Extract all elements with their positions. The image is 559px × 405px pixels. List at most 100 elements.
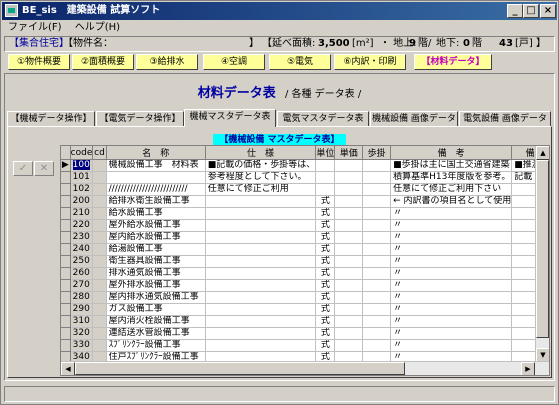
- row-indicator[interactable]: [61, 207, 71, 220]
- header-note[interactable]: 備 考: [390, 146, 513, 160]
- nav-material-data[interactable]: 【材料データ】: [414, 54, 492, 70]
- cell-note[interactable]: ← 内訳書の項目名として使用: [390, 195, 513, 208]
- cell-price[interactable]: [334, 303, 364, 316]
- cell-note[interactable]: 〃: [390, 231, 513, 244]
- cell-rate[interactable]: [362, 255, 392, 268]
- cell-unit[interactable]: 式: [315, 303, 336, 316]
- cell-note[interactable]: 〃: [390, 279, 513, 292]
- cell-cd[interactable]: [92, 255, 107, 268]
- cell-unit[interactable]: 式: [315, 339, 336, 352]
- table-row[interactable]: 250 衛生器具設備工事 式 〃: [61, 255, 549, 268]
- cell-unit[interactable]: 式: [315, 219, 336, 232]
- cell-price[interactable]: [334, 231, 364, 244]
- cell-cd[interactable]: [92, 219, 107, 232]
- menu-file[interactable]: ファイル(F): [8, 22, 62, 33]
- cell-name[interactable]: 連結送水管設備工事: [106, 327, 206, 340]
- cell-unit[interactable]: 式: [315, 255, 336, 268]
- horizontal-scrollbar[interactable]: ◀ ▶: [61, 361, 549, 375]
- cell-spec[interactable]: 参考程度として下さい。: [205, 171, 317, 184]
- table-row[interactable]: 210 給水設備工事 式 〃: [61, 207, 549, 220]
- cell-code[interactable]: 230: [70, 231, 94, 244]
- cell-cd[interactable]: [92, 195, 107, 208]
- cell-price[interactable]: [334, 327, 364, 340]
- cell-spec[interactable]: [205, 315, 317, 328]
- cell-rate[interactable]: [362, 231, 392, 244]
- cell-rate[interactable]: [362, 219, 392, 232]
- cell-code[interactable]: 210: [70, 207, 94, 220]
- cell-cd[interactable]: [92, 159, 107, 172]
- tab-elec-images[interactable]: 電気設備 画像データ: [459, 111, 551, 127]
- row-indicator[interactable]: [61, 291, 71, 304]
- cell-rate[interactable]: [362, 171, 392, 184]
- cell-code[interactable]: 220: [70, 219, 94, 232]
- cell-code[interactable]: 270: [70, 279, 94, 292]
- cell-note[interactable]: 〃: [390, 255, 513, 268]
- header-price[interactable]: 単価: [334, 146, 364, 160]
- nav-plumbing[interactable]: ③給排水: [136, 54, 198, 70]
- cell-spec[interactable]: [205, 279, 317, 292]
- cell-code[interactable]: 240: [70, 243, 94, 256]
- cell-spec[interactable]: [205, 231, 317, 244]
- cell-name[interactable]: 屋外給水設備工事: [106, 219, 206, 232]
- cell-cd[interactable]: [92, 279, 107, 292]
- cell-unit[interactable]: 式: [315, 267, 336, 280]
- title-bar[interactable]: BE_sis 建築設備 試算ソフト _ □ ×: [2, 2, 557, 20]
- scroll-left-icon[interactable]: ◀: [61, 362, 75, 375]
- cell-name[interactable]: 排水通気設備工事: [106, 267, 206, 280]
- cell-rate[interactable]: [362, 291, 392, 304]
- check-icon[interactable]: ✓: [13, 161, 33, 176]
- cell-spec[interactable]: [205, 207, 317, 220]
- cell-price[interactable]: [334, 159, 364, 172]
- table-row[interactable]: 320 連結送水管設備工事 式 〃: [61, 327, 549, 340]
- cell-cd[interactable]: [92, 267, 107, 280]
- cell-cd[interactable]: [92, 339, 107, 352]
- cell-note[interactable]: 〃: [390, 219, 513, 232]
- cell-name[interactable]: 屋内排水通気設備工事: [106, 291, 206, 304]
- current-row-pointer-icon[interactable]: ▶: [61, 159, 71, 172]
- cancel-icon[interactable]: ✕: [34, 161, 54, 176]
- cell-code[interactable]: 200: [70, 195, 94, 208]
- table-row[interactable]: 101 参考程度として下さい。 積算基準H13年度版を参考。 記載: [61, 171, 549, 184]
- scroll-down-icon[interactable]: ▼: [536, 348, 549, 362]
- header-cd[interactable]: cd: [92, 146, 107, 160]
- nav-breakdown-print[interactable]: ⑥内訳・印刷: [334, 54, 406, 70]
- cell-note[interactable]: 〃: [390, 267, 513, 280]
- cell-rate[interactable]: [362, 183, 392, 196]
- cell-spec[interactable]: [205, 291, 317, 304]
- cell-unit[interactable]: [315, 183, 336, 196]
- master-data-grid[interactable]: code cd 名 称 仕 様 単位 単価 歩掛 備 考 備 ▶ 100 機械設備工…: [60, 145, 550, 376]
- cell-note[interactable]: 〃: [390, 327, 513, 340]
- maximize-button[interactable]: □: [523, 4, 539, 18]
- cell-code[interactable]: 320: [70, 327, 94, 340]
- cell-name[interactable]: 衛生器具設備工事: [106, 255, 206, 268]
- cell-code[interactable]: 310: [70, 315, 94, 328]
- row-indicator[interactable]: [61, 243, 71, 256]
- cell-name[interactable]: [106, 171, 206, 184]
- header-name[interactable]: 名 称: [106, 146, 206, 160]
- cell-rate[interactable]: [362, 267, 392, 280]
- table-row[interactable]: 290 ガス設備工事 式 〃: [61, 303, 549, 316]
- cell-note[interactable]: 〃: [390, 291, 513, 304]
- cell-rate[interactable]: [362, 339, 392, 352]
- tab-elec-master[interactable]: 電気マスタデータ表: [277, 111, 369, 127]
- cell-name[interactable]: 給水設備工事: [106, 207, 206, 220]
- table-row[interactable]: 200 給排水衛生設備工事 式 ← 内訳書の項目名として使用: [61, 195, 549, 208]
- table-row[interactable]: 310 屋内消火栓設備工事 式 〃: [61, 315, 549, 328]
- cell-name[interactable]: 給湯設備工事: [106, 243, 206, 256]
- cell-unit[interactable]: 式: [315, 207, 336, 220]
- vertical-scroll-thumb[interactable]: [536, 160, 549, 338]
- menu-help[interactable]: ヘルプ(H): [75, 22, 120, 33]
- cell-name[interactable]: 機械設備工事 材料表: [106, 159, 206, 172]
- table-row[interactable]: 330 ｽﾌﾟﾘﾝｸﾗｰ設備工事 式 〃: [61, 339, 549, 352]
- cell-note[interactable]: 〃: [390, 339, 513, 352]
- header-unit[interactable]: 単位: [315, 146, 336, 160]
- cell-name[interactable]: 屋外排水設備工事: [106, 279, 206, 292]
- cell-name[interactable]: 屋内給水設備工事: [106, 231, 206, 244]
- cell-unit[interactable]: 式: [315, 195, 336, 208]
- row-indicator[interactable]: [61, 195, 71, 208]
- cell-note[interactable]: 積算基準H13年度版を参考。: [390, 171, 513, 184]
- cell-cd[interactable]: [92, 183, 107, 196]
- cell-price[interactable]: [334, 255, 364, 268]
- nav-electrical[interactable]: ⑤電気: [269, 54, 331, 70]
- cell-price[interactable]: [334, 267, 364, 280]
